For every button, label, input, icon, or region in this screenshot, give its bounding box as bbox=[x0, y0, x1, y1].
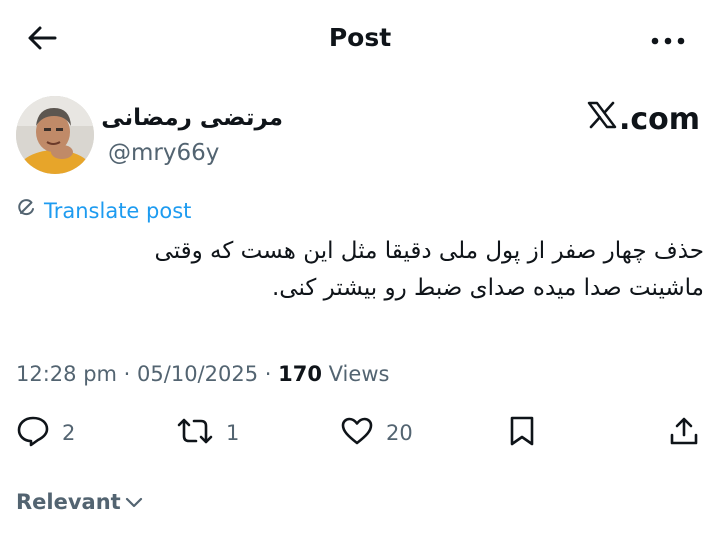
views-label: Views bbox=[328, 362, 390, 386]
translate-post-link[interactable]: Translate post bbox=[16, 196, 191, 226]
post-header: Post bbox=[0, 0, 720, 76]
meta-separator: · bbox=[264, 362, 279, 386]
post-date[interactable]: 05/10/2025 bbox=[137, 362, 258, 386]
reply-count: 2 bbox=[62, 421, 76, 445]
like-button[interactable]: 20 bbox=[340, 410, 413, 456]
author-handle[interactable]: @mry66y bbox=[108, 137, 219, 169]
share-button[interactable] bbox=[668, 410, 700, 456]
avatar[interactable] bbox=[16, 96, 94, 174]
bookmark-icon bbox=[508, 415, 536, 452]
translate-icon bbox=[16, 196, 44, 226]
like-count: 20 bbox=[386, 421, 413, 445]
more-options-button[interactable] bbox=[646, 24, 690, 54]
translate-label: Translate post bbox=[44, 199, 192, 223]
sort-label: Relevant bbox=[16, 490, 121, 514]
brand-suffix: .com bbox=[619, 102, 701, 137]
repost-count: 1 bbox=[226, 421, 240, 445]
chevron-down-icon bbox=[121, 486, 143, 518]
x-com-watermark: .com bbox=[587, 100, 700, 140]
reply-icon bbox=[16, 415, 50, 452]
reply-sort-dropdown[interactable]: Relevant bbox=[16, 486, 143, 518]
share-icon bbox=[668, 415, 700, 452]
more-horizontal-icon bbox=[651, 30, 685, 49]
repost-icon bbox=[176, 416, 214, 451]
repost-button[interactable]: 1 bbox=[176, 410, 239, 456]
post-meta: 12:28 pm · 05/10/2025 · 170 Views bbox=[16, 358, 389, 390]
meta-separator: · bbox=[123, 362, 138, 386]
reply-button[interactable]: 2 bbox=[16, 410, 75, 456]
views-count: 170 bbox=[278, 362, 322, 386]
bookmark-button[interactable] bbox=[508, 410, 536, 456]
author-display-name[interactable]: مرتضی رمضانی bbox=[101, 102, 283, 134]
x-logo-icon bbox=[587, 100, 619, 140]
action-bar: 2 1 20 bbox=[0, 410, 720, 456]
post-text: حذف چهار صفر از پول ملی دقیقا مثل این هس… bbox=[154, 238, 704, 301]
heart-icon bbox=[340, 416, 374, 451]
page-title: Post bbox=[328, 23, 392, 52]
post-time[interactable]: 12:28 pm bbox=[16, 362, 117, 386]
